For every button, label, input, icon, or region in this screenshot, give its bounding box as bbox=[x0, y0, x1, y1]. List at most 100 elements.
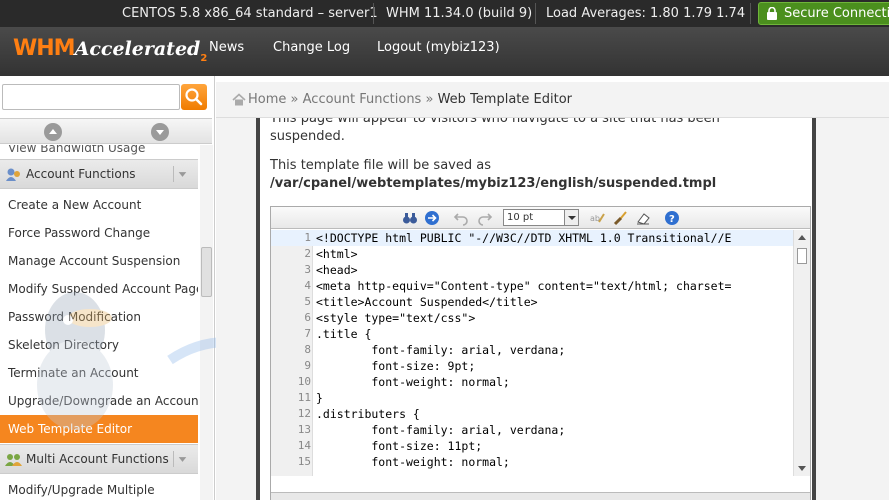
home-icon bbox=[232, 93, 246, 106]
account-functions-icon bbox=[6, 168, 20, 181]
sidebar-scroll-thumb[interactable] bbox=[201, 247, 212, 297]
nav-change-log-link[interactable]: Change Log bbox=[273, 40, 350, 55]
sidebar-item-create-account[interactable]: Create a New Account bbox=[0, 191, 198, 219]
sidebar-item-upgrade-downgrade[interactable]: Upgrade/Downgrade an Account bbox=[0, 387, 198, 415]
scroll-up-icon[interactable] bbox=[796, 232, 808, 244]
code-line[interactable]: 3 <head> bbox=[271, 262, 793, 278]
breadcrumb-current: Web Template Editor bbox=[437, 92, 572, 107]
sidebar-item-force-password-change[interactable]: Force Password Change bbox=[0, 219, 198, 247]
code-line[interactable]: 5 <title>Account Suspended</title> bbox=[271, 294, 793, 310]
code-line[interactable]: 14 font-size: 11pt; bbox=[271, 438, 793, 454]
line-number: 6 bbox=[304, 311, 311, 324]
status-divider bbox=[750, 3, 751, 24]
code-line[interactable]: 11} bbox=[271, 390, 793, 406]
syntax-highlight-icon[interactable]: ab bbox=[589, 210, 605, 226]
code-line[interactable]: 10 font-weight: normal; bbox=[271, 374, 793, 390]
scroll-down-icon[interactable] bbox=[796, 462, 808, 474]
code-text-area[interactable]: 1 <!DOCTYPE html PUBLIC "-//W3C//DTD XHTM… bbox=[271, 230, 793, 476]
editor-scroll-thumb[interactable] bbox=[797, 248, 807, 264]
sidebar-group-account-functions[interactable]: Account Functions bbox=[0, 159, 198, 189]
save-location-note: This template file will be saved as bbox=[270, 158, 491, 173]
main-content: This page will appear to visitors who na… bbox=[216, 118, 889, 500]
line-number: 13 bbox=[297, 423, 311, 436]
code-line[interactable]: 9 font-size: 9pt; bbox=[271, 358, 793, 374]
line-number: 2 bbox=[304, 247, 311, 260]
line-number: 9 bbox=[304, 359, 311, 372]
sidebar-search bbox=[0, 83, 210, 111]
code-line-text: font-family: arial, verdana; bbox=[316, 343, 566, 357]
code-line-text: <meta http-equiv="Content-type" content=… bbox=[316, 279, 732, 293]
line-number: 3 bbox=[304, 263, 311, 276]
chevron-down-icon bbox=[564, 210, 578, 225]
line-number: 8 bbox=[304, 343, 311, 356]
chevron-up-icon bbox=[49, 129, 57, 134]
search-icon bbox=[185, 88, 203, 106]
editor-scrollbar[interactable] bbox=[793, 230, 810, 476]
sidebar-item-modify-suspended-page[interactable]: Modify Suspended Account Page bbox=[0, 275, 198, 303]
template-editor-panel: This page will appear to visitors who na… bbox=[256, 118, 816, 500]
find-binoculars-icon[interactable] bbox=[402, 210, 418, 226]
code-line-text: <html> bbox=[316, 247, 358, 261]
multi-account-icon bbox=[5, 454, 22, 466]
sidebar-item-skeleton-directory[interactable]: Skeleton Directory bbox=[0, 331, 198, 359]
secure-connection-label: Secure Connection bbox=[784, 6, 889, 21]
whm-logo[interactable]: WHMAccelerated2 bbox=[13, 36, 207, 68]
undo-icon[interactable] bbox=[453, 210, 469, 226]
clean-code-brush-icon[interactable] bbox=[612, 210, 628, 226]
sidebar-item-manage-suspension[interactable]: Manage Account Suspension bbox=[0, 247, 198, 275]
eraser-icon[interactable] bbox=[635, 210, 651, 226]
chevron-down-icon bbox=[156, 130, 164, 135]
breadcrumb-home-link[interactable]: Home bbox=[248, 92, 286, 107]
goto-line-icon[interactable] bbox=[424, 210, 440, 226]
svg-text:?: ? bbox=[669, 214, 675, 225]
code-line[interactable]: 6 <style type="text/css"> bbox=[271, 310, 793, 326]
code-line-text: <style type="text/css"> bbox=[316, 311, 476, 325]
font-size-value: 10 pt bbox=[507, 212, 534, 223]
code-line[interactable]: 7 .title { bbox=[271, 326, 793, 342]
sidebar-search-input[interactable] bbox=[2, 84, 180, 110]
chevron-down-icon bbox=[173, 166, 187, 182]
sidebar-scroll-down-button[interactable] bbox=[151, 123, 169, 141]
lock-icon bbox=[767, 7, 777, 20]
code-line[interactable]: 2 <html> bbox=[271, 246, 793, 262]
sidebar-item-modify-upgrade-multiple[interactable]: Modify/Upgrade Multiple bbox=[0, 476, 198, 500]
code-line-text: .distributers { bbox=[316, 407, 420, 421]
nav-news-link[interactable]: News bbox=[209, 40, 244, 55]
code-line-text: <!DOCTYPE html PUBLIC "-//W3C//DTD XHTML… bbox=[316, 231, 732, 245]
line-number: 14 bbox=[297, 439, 311, 452]
logo-whm: WHM bbox=[13, 36, 76, 61]
sidebar-menu: View Bandwidth Usage Account Functions C… bbox=[0, 145, 198, 500]
breadcrumb-account-functions-link[interactable]: Account Functions bbox=[303, 92, 422, 107]
sidebar-group-multi-account-functions[interactable]: Multi Account Functions bbox=[0, 444, 198, 474]
nav-logout-link[interactable]: Logout (mybiz123) bbox=[377, 40, 500, 55]
sidebar-scrollbar[interactable] bbox=[200, 145, 213, 500]
code-line-text: font-family: arial, verdana; bbox=[316, 423, 566, 437]
load-averages: Load Averages: 1.80 1.79 1.74 bbox=[546, 6, 746, 21]
code-line[interactable]: 13 font-family: arial, verdana; bbox=[271, 422, 793, 438]
line-number: 11 bbox=[297, 391, 311, 404]
secure-connection-badge[interactable]: Secure Connection bbox=[758, 2, 889, 25]
sidebar-item-web-template-editor[interactable]: Web Template Editor bbox=[0, 415, 198, 443]
sidebar-item-password-modification[interactable]: Password Modification bbox=[0, 303, 198, 331]
line-number: 7 bbox=[304, 327, 311, 340]
code-line-text: font-weight: normal; bbox=[316, 375, 510, 389]
line-number: 12 bbox=[297, 407, 311, 420]
redo-icon[interactable] bbox=[477, 210, 493, 226]
font-size-select[interactable]: 10 pt bbox=[503, 209, 579, 226]
help-icon[interactable]: ? bbox=[664, 210, 680, 226]
code-line[interactable]: 8 font-family: arial, verdana; bbox=[271, 342, 793, 358]
code-line-text: <title>Account Suspended</title> bbox=[316, 295, 538, 309]
line-number: 10 bbox=[297, 375, 311, 388]
sidebar-group-label: Multi Account Functions bbox=[26, 452, 169, 466]
sidebar-item-terminate-account[interactable]: Terminate an Account bbox=[0, 359, 198, 387]
code-line[interactable]: 12 .distributers { bbox=[271, 406, 793, 422]
code-line[interactable]: 1 <!DOCTYPE html PUBLIC "-//W3C//DTD XHTM… bbox=[271, 230, 793, 246]
status-divider bbox=[535, 3, 536, 24]
sidebar-item-view-bandwidth-usage[interactable]: View Bandwidth Usage bbox=[8, 145, 145, 155]
logo-accelerated: Accelerated bbox=[74, 38, 201, 60]
sidebar-scroll-up-button[interactable] bbox=[44, 123, 62, 141]
code-line[interactable]: 15 font-weight: normal; bbox=[271, 454, 793, 470]
code-line-text: font-size: 9pt; bbox=[316, 359, 476, 373]
sidebar-search-button[interactable] bbox=[181, 84, 207, 110]
code-line[interactable]: 4 <meta http-equiv="Content-type" content… bbox=[271, 278, 793, 294]
